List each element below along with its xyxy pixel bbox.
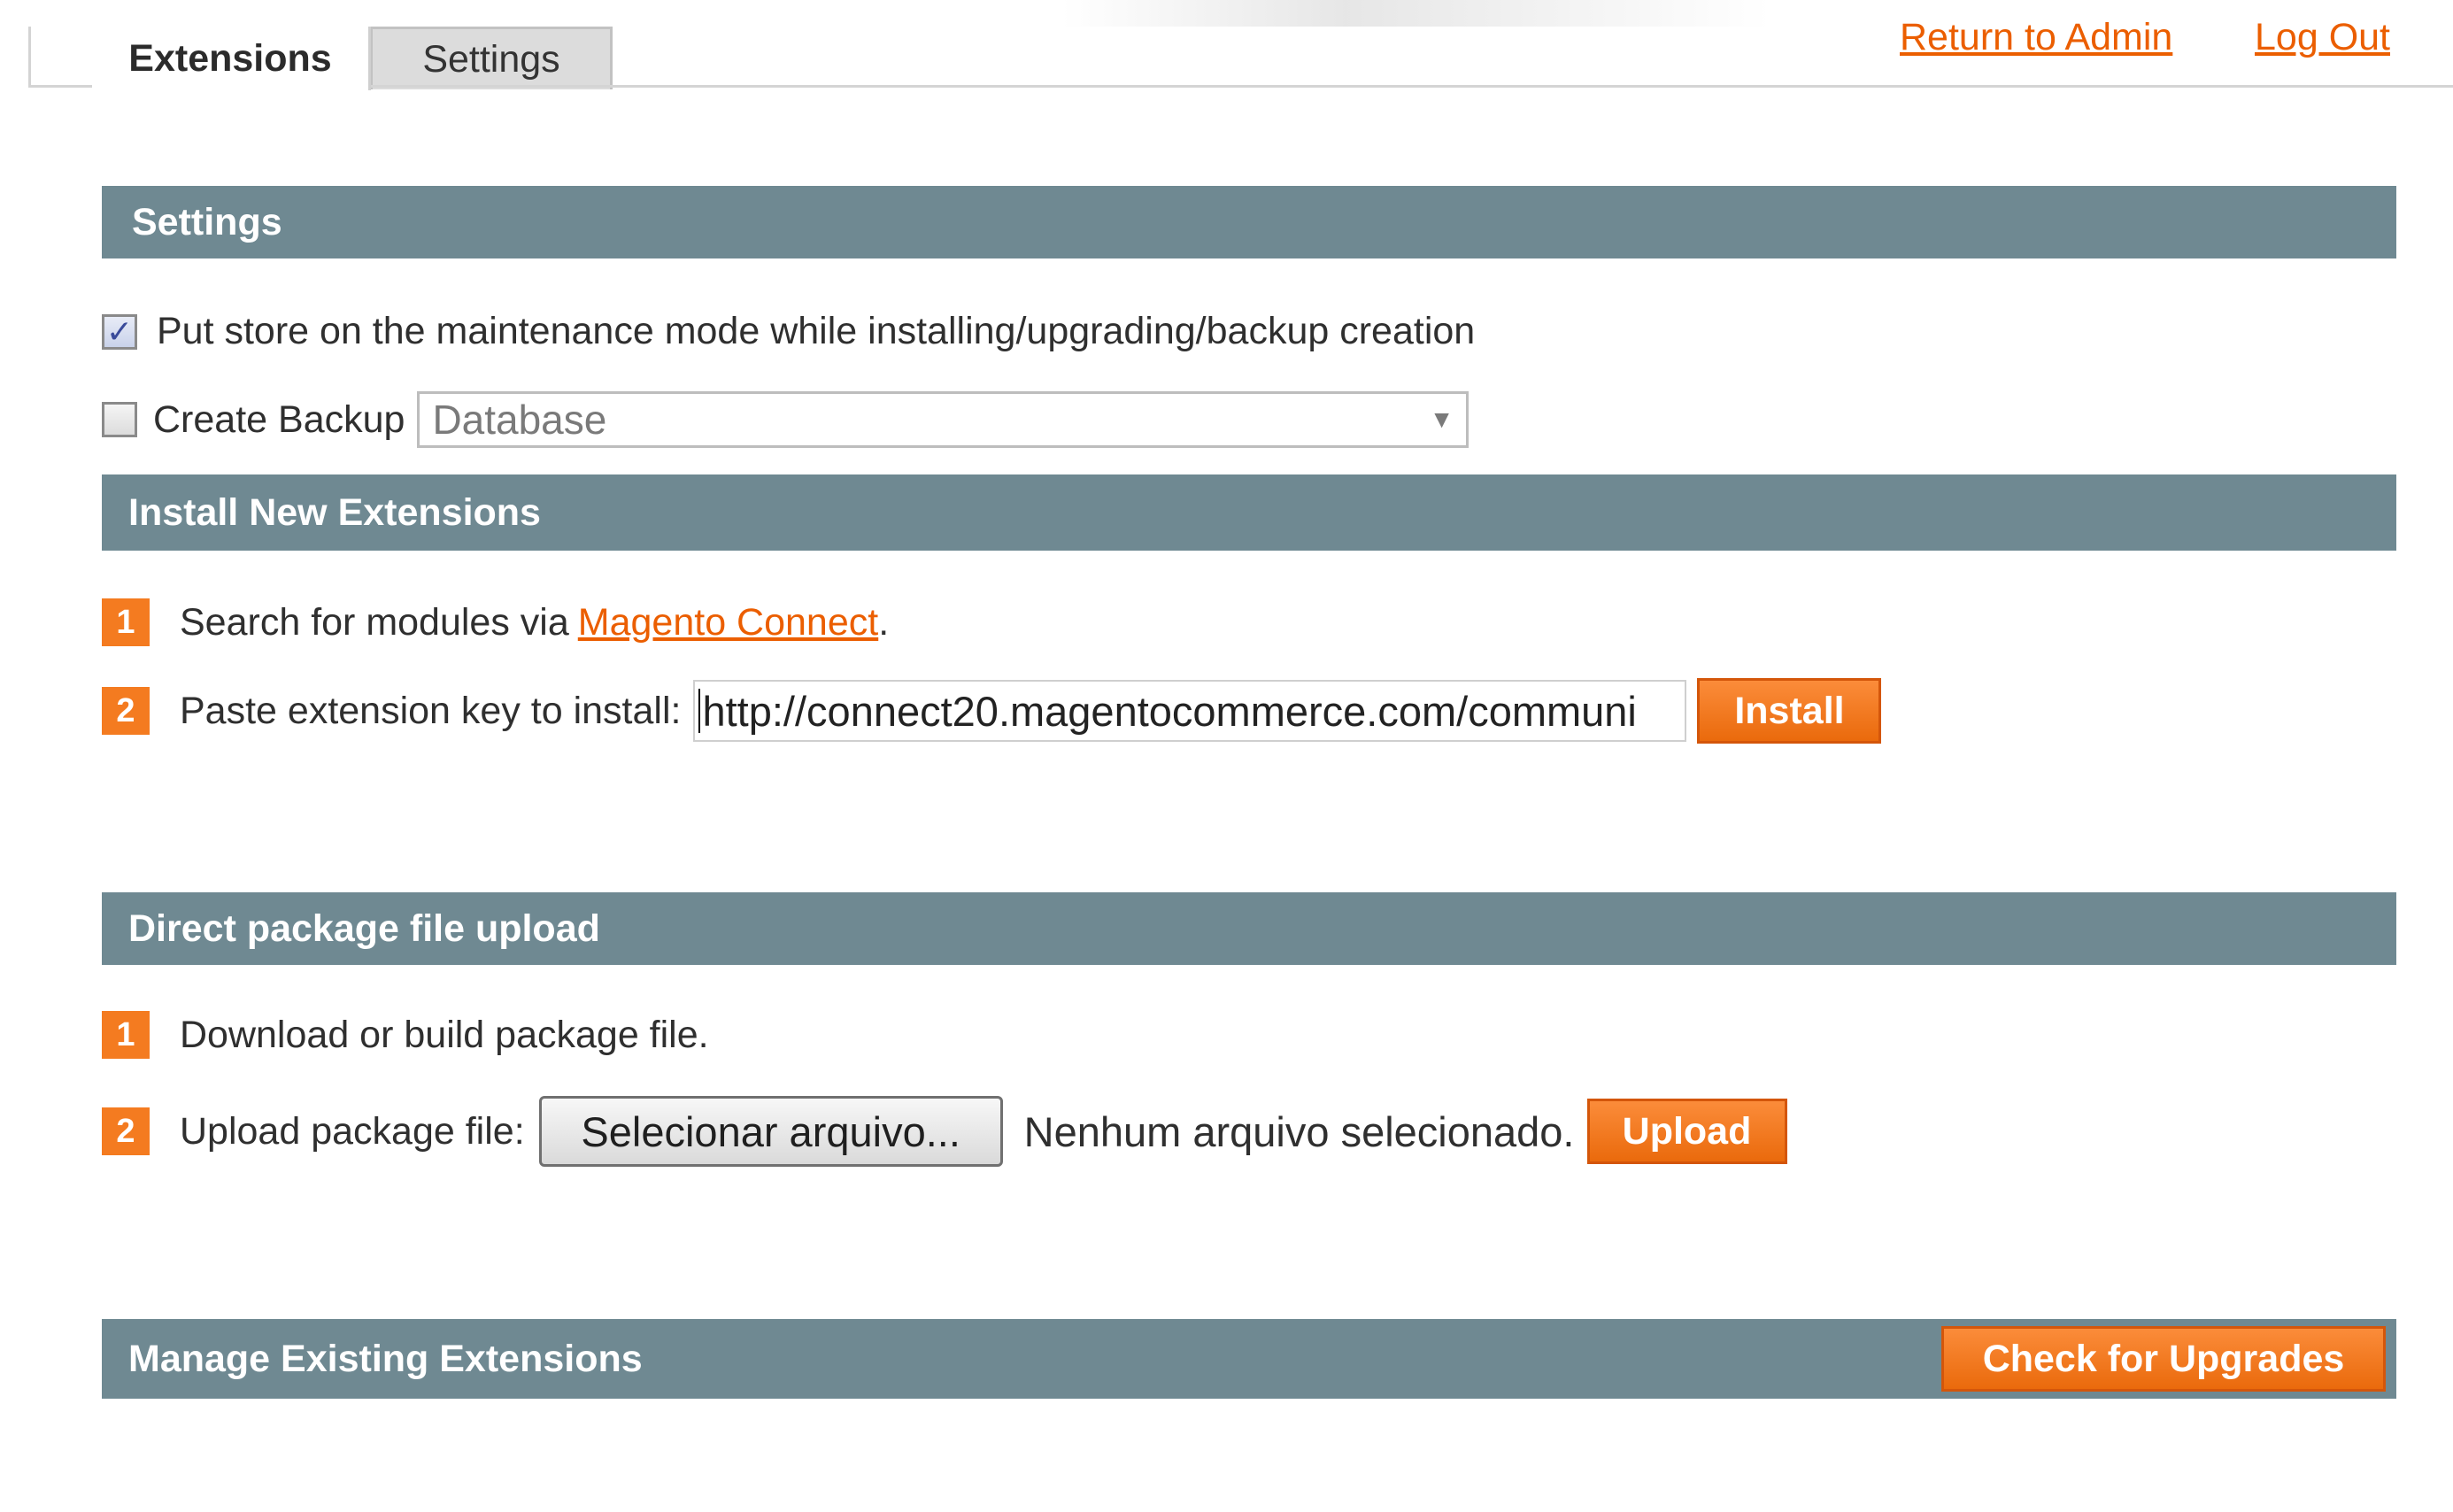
settings-section-title: Settings — [132, 200, 282, 243]
install-section-title: Install New Extensions — [128, 490, 541, 534]
checkmark-icon: ✓ — [105, 312, 134, 350]
install-step-2: 2 Paste extension key to install: http:/… — [102, 678, 1882, 744]
tab-bar-divider — [28, 85, 2453, 88]
header-decoration — [1062, 0, 1770, 27]
backup-type-select[interactable]: Database ▼ — [417, 391, 1469, 448]
install-extensions-section-header: Install New Extensions — [102, 474, 2396, 551]
extension-key-label: Paste extension key to install: — [180, 689, 682, 732]
maintenance-mode-label: Put store on the maintenance mode while … — [157, 310, 1476, 352]
text-caret — [698, 689, 701, 733]
manage-extensions-section-header: Manage Existing Extensions Check for Upg… — [102, 1319, 2396, 1399]
upload-section-title: Direct package file upload — [128, 906, 600, 950]
step-number-badge: 1 — [102, 598, 150, 646]
file-status-text: Nenhum arquivo selecionado. — [1023, 1107, 1575, 1155]
upload-step-1-text: Download or build package file. — [180, 1013, 709, 1056]
package-upload-section-header: Direct package file upload — [102, 892, 2396, 965]
extension-key-input[interactable]: http://connect20.magentocommerce.com/com… — [693, 680, 1687, 742]
maintenance-mode-row: ✓ Put store on the maintenance mode whil… — [102, 310, 1475, 353]
extension-key-value: http://connect20.magentocommerce.com/com… — [702, 687, 1637, 735]
settings-section-header: Settings — [102, 186, 2396, 258]
step-number-badge: 2 — [102, 1107, 150, 1155]
top-tab-bar: Extensions Settings Return to Admin Log … — [0, 0, 2453, 90]
install-step-1-text: Search for modules via — [180, 600, 569, 644]
return-to-admin-link[interactable]: Return to Admin — [1900, 16, 2172, 59]
check-for-upgrades-button[interactable]: Check for Upgrades — [1941, 1326, 2386, 1392]
logout-link[interactable]: Log Out — [2255, 16, 2390, 59]
create-backup-label: Create Backup — [153, 397, 405, 441]
magento-connect-link[interactable]: Magento Connect — [578, 601, 878, 644]
choose-file-button[interactable]: Selecionar arquivo... — [538, 1096, 1003, 1167]
tab-bar-edge — [28, 27, 31, 87]
create-backup-checkbox[interactable] — [102, 402, 137, 437]
manage-section-title: Manage Existing Extensions — [128, 1337, 643, 1380]
install-step-1: 1 Search for modules via Magento Connect… — [102, 598, 889, 646]
chevron-down-icon: ▼ — [1429, 405, 1454, 433]
install-button[interactable]: Install — [1697, 678, 1882, 744]
tab-extensions[interactable]: Extensions — [92, 27, 371, 90]
create-backup-row: Create Backup Database ▼ — [102, 391, 1469, 448]
upload-package-label: Upload package file: — [180, 1109, 525, 1153]
step-number-badge: 1 — [102, 1011, 150, 1059]
install-step-1-suffix: . — [878, 600, 890, 644]
backup-type-value: Database — [432, 397, 607, 443]
upload-step-2: 2 Upload package file: Selecionar arquiv… — [102, 1096, 1787, 1167]
maintenance-mode-checkbox[interactable]: ✓ — [102, 312, 137, 350]
step-number-badge: 2 — [102, 687, 150, 735]
upload-button[interactable]: Upload — [1586, 1099, 1787, 1164]
tab-settings[interactable]: Settings — [370, 27, 613, 89]
upload-step-1: 1 Download or build package file. — [102, 1011, 709, 1059]
